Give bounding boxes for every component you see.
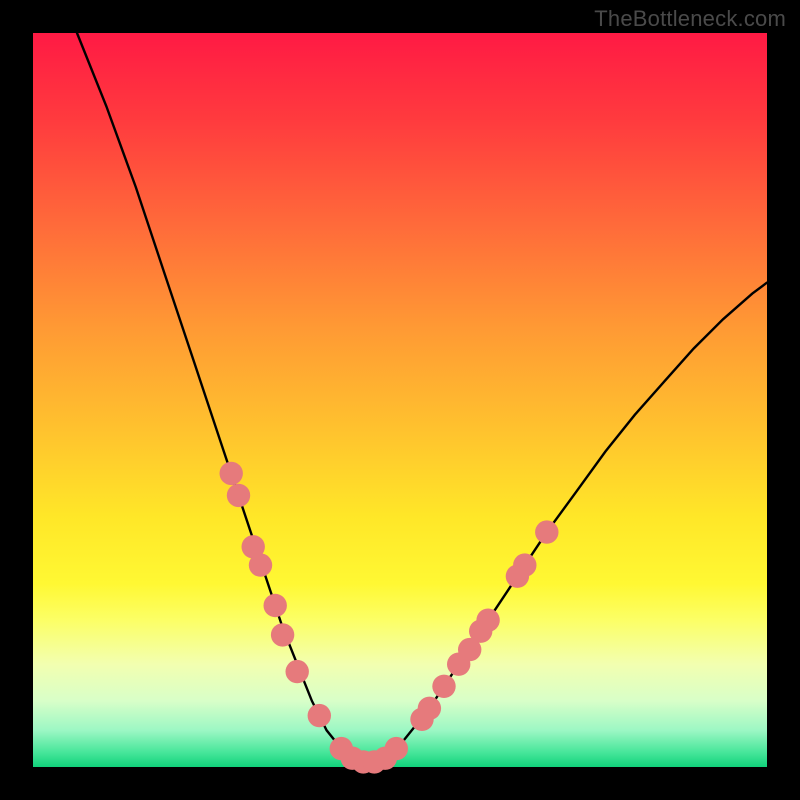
data-marker — [220, 462, 243, 485]
data-marker — [432, 675, 455, 698]
watermark-text: TheBottleneck.com — [594, 6, 786, 32]
data-marker — [227, 484, 250, 507]
plot-area — [33, 33, 767, 767]
data-marker — [476, 609, 499, 632]
data-marker — [535, 520, 558, 543]
data-marker — [271, 623, 294, 646]
data-marker — [308, 704, 331, 727]
data-marker — [418, 697, 441, 720]
data-marker — [249, 553, 272, 576]
data-marker — [264, 594, 287, 617]
bottleneck-curve — [77, 33, 767, 763]
marker-group — [220, 462, 559, 774]
data-marker — [385, 737, 408, 760]
chart-svg — [33, 33, 767, 767]
data-marker — [513, 553, 536, 576]
data-marker — [286, 660, 309, 683]
chart-frame: TheBottleneck.com — [0, 0, 800, 800]
